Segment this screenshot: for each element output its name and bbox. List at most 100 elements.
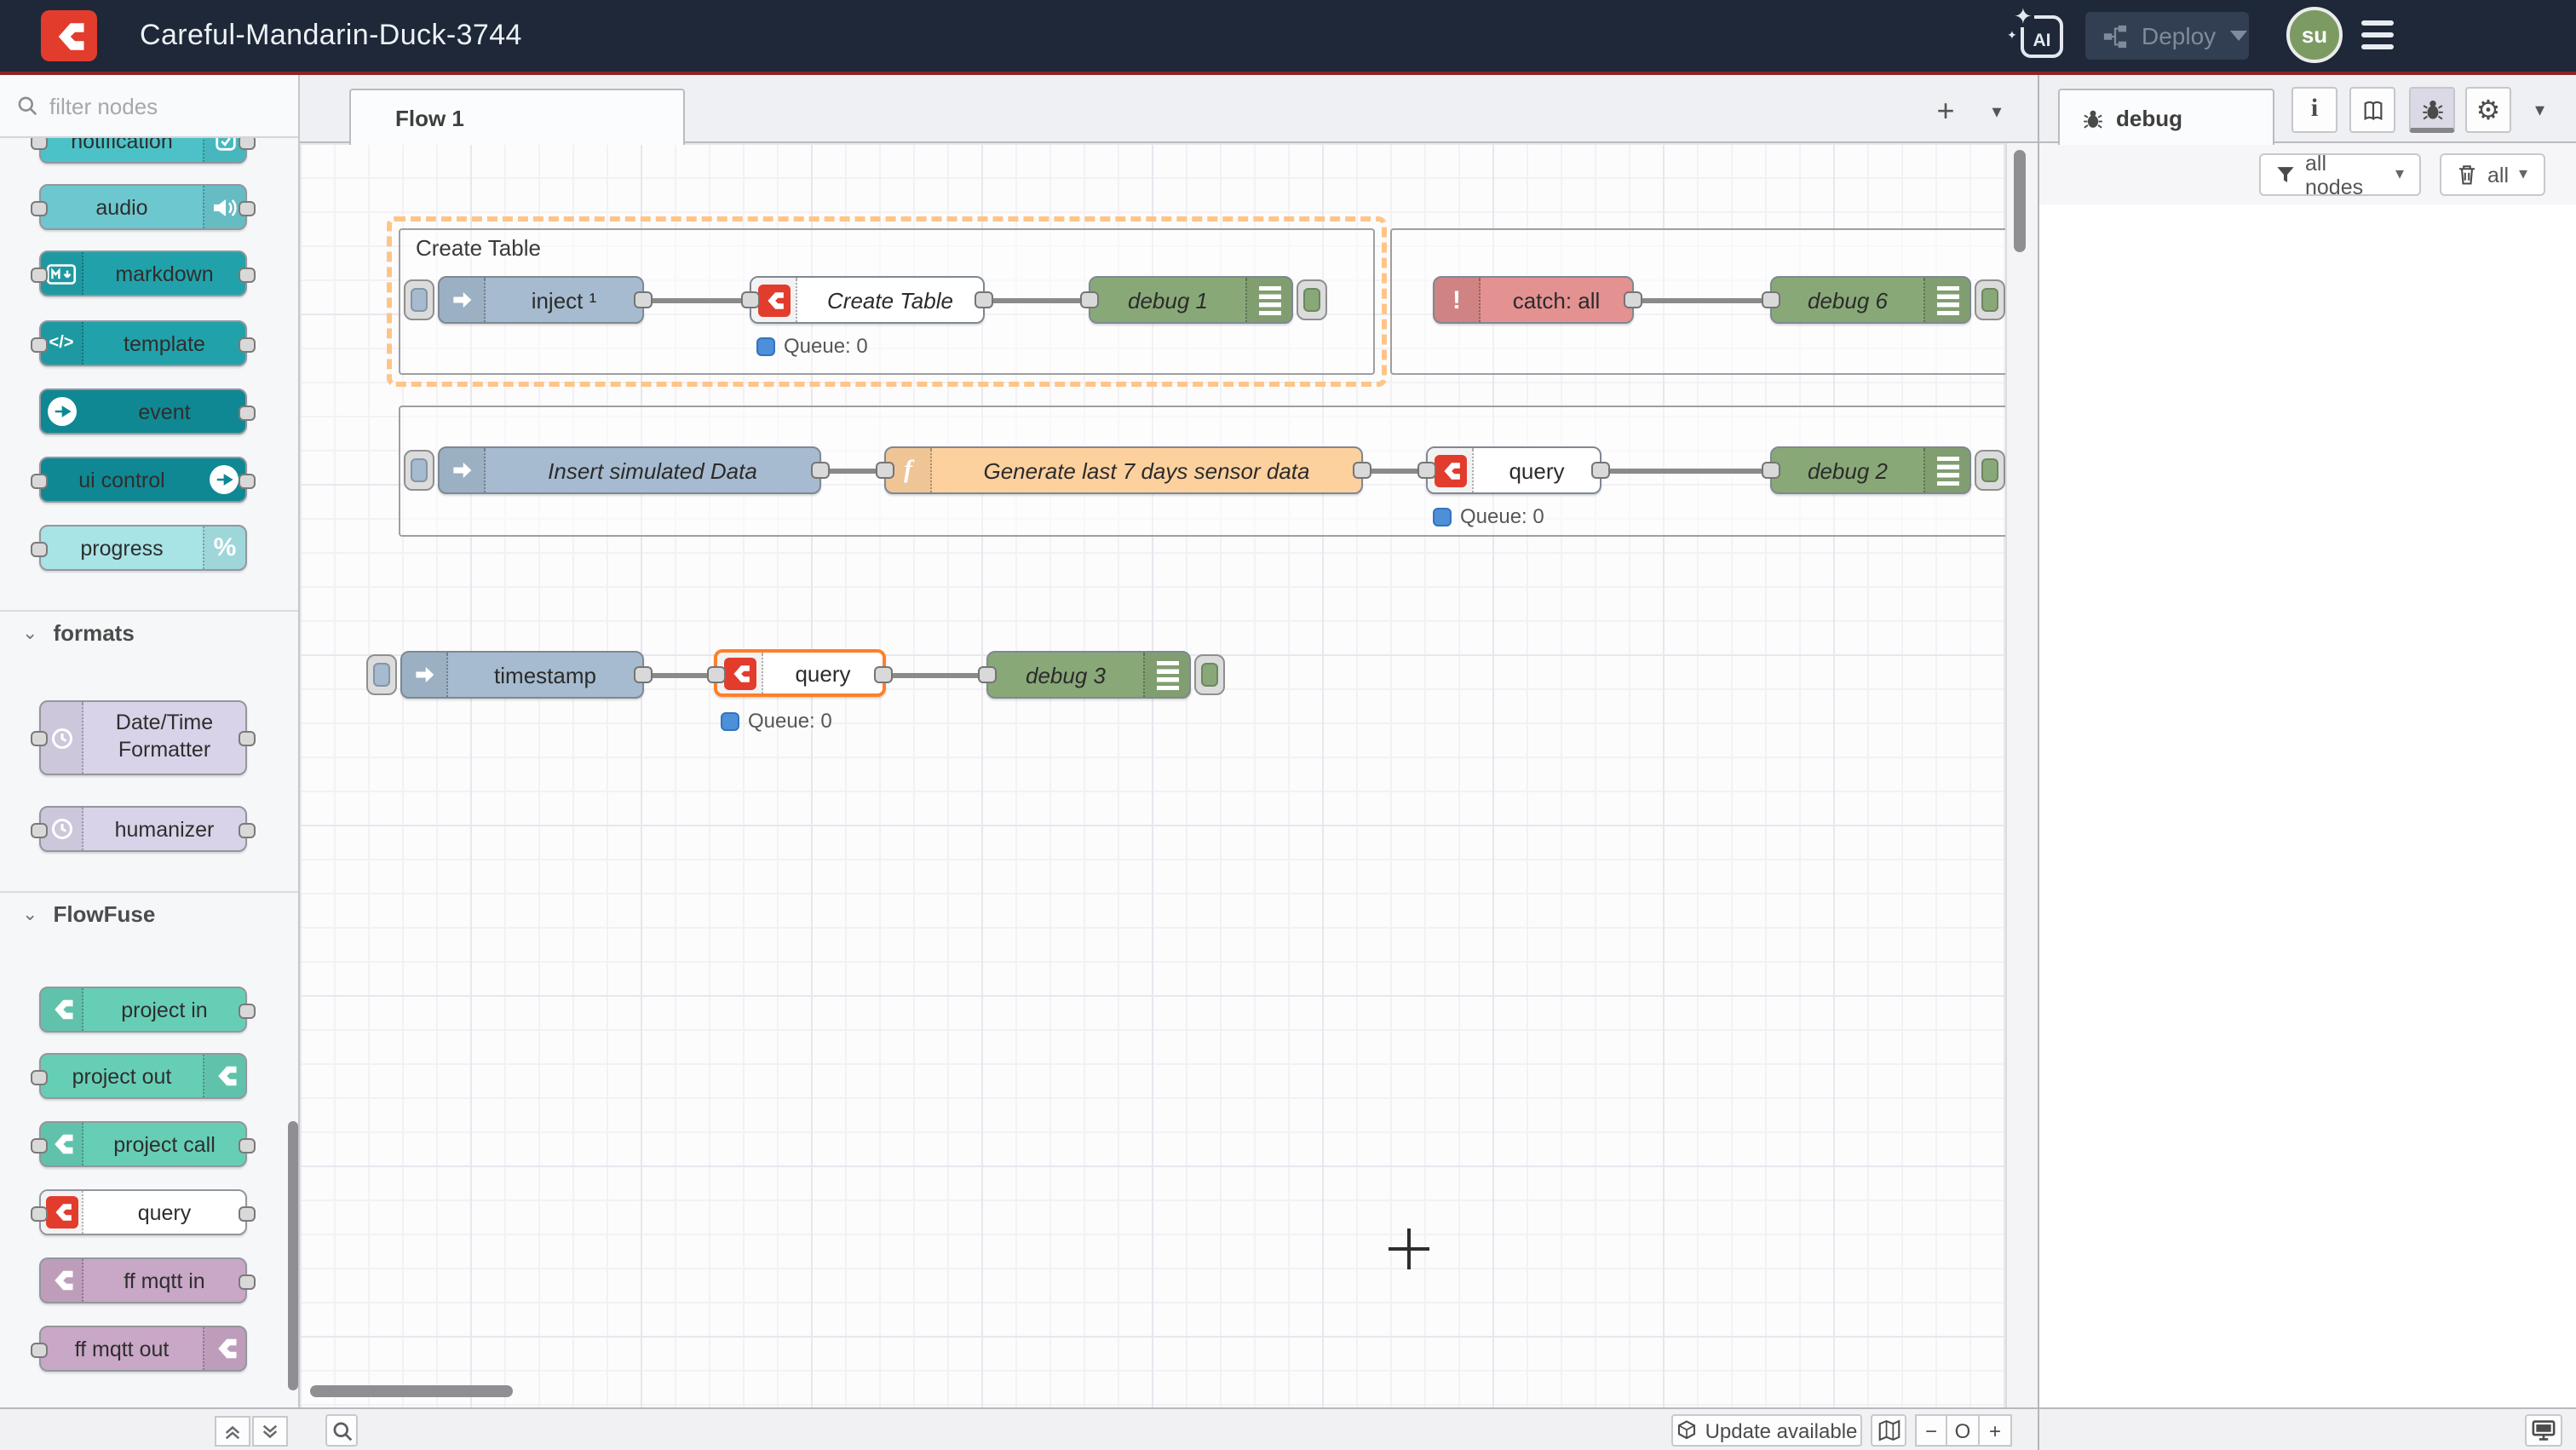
ai-assistant-icon[interactable]: AI ✦ ✦ xyxy=(2021,15,2063,58)
flowfuse-logo-icon[interactable] xyxy=(41,10,97,61)
node-insert-simulated-data[interactable]: Insert simulated Data xyxy=(438,446,821,494)
node-debug-3[interactable]: debug 3 xyxy=(986,651,1191,699)
palette-node-ff-mqtt-out[interactable]: ff mqtt out xyxy=(39,1326,247,1372)
port[interactable] xyxy=(1624,291,1642,308)
node-debug-6[interactable]: debug 6 xyxy=(1770,276,1971,324)
palette-node-project-out[interactable]: project out xyxy=(39,1053,247,1099)
debug-toggle-button[interactable] xyxy=(1975,279,2005,320)
expand-all-button[interactable] xyxy=(252,1416,288,1447)
flowfuse-pipes-icon xyxy=(203,1327,245,1370)
exclamation-icon: ! xyxy=(1435,278,1481,322)
inject-button[interactable] xyxy=(404,279,434,320)
sidebar-footer xyxy=(2039,1407,2576,1450)
section-label: formats xyxy=(53,620,134,646)
sidebar-tabs-caret[interactable]: ▾ xyxy=(2535,99,2544,121)
node-catch-all[interactable]: ! catch: all xyxy=(1433,276,1634,324)
sidebar-tab-bar: debug i ⚙ ▾ xyxy=(2039,75,2576,143)
palette-node-project-call[interactable]: project call xyxy=(39,1121,247,1167)
zoom-reset-button[interactable]: O xyxy=(1947,1414,1980,1447)
node-query-2[interactable]: query xyxy=(1426,446,1601,494)
debug-clear-button[interactable]: all ▾ xyxy=(2440,153,2545,196)
wire[interactable] xyxy=(883,672,990,677)
collapse-all-button[interactable] xyxy=(215,1416,250,1447)
avatar[interactable]: su xyxy=(2286,7,2343,63)
port[interactable] xyxy=(707,666,726,683)
palette-node-ui-control[interactable]: ui control xyxy=(39,457,247,503)
palette-node-project-in[interactable]: project in xyxy=(39,987,247,1033)
canvas-horizontal-scrollbar[interactable] xyxy=(310,1385,513,1397)
open-window-button[interactable] xyxy=(2525,1414,2562,1447)
port[interactable] xyxy=(975,291,993,308)
node-inject[interactable]: inject ¹ xyxy=(438,276,644,324)
inject-button[interactable] xyxy=(366,654,397,695)
port[interactable] xyxy=(874,666,893,683)
node-query-selected[interactable]: query xyxy=(714,649,886,697)
palette-node-query[interactable]: query xyxy=(39,1189,247,1235)
debug-toggle-button[interactable] xyxy=(1194,654,1225,695)
deploy-button[interactable]: Deploy xyxy=(2085,12,2249,60)
zoom-out-button[interactable]: − xyxy=(1915,1414,1947,1447)
navigator-map-button[interactable] xyxy=(1871,1414,1906,1447)
port[interactable] xyxy=(1353,462,1371,479)
port[interactable] xyxy=(811,462,830,479)
port[interactable] xyxy=(634,291,653,308)
palette-node-markdown[interactable]: markdown xyxy=(39,250,247,296)
palette-node-progress[interactable]: progress % xyxy=(39,525,247,571)
node-debug-1[interactable]: debug 1 xyxy=(1089,276,1293,324)
deploy-label: Deploy xyxy=(2142,22,2216,49)
wire[interactable] xyxy=(641,297,753,302)
sidebar-tab-debug[interactable]: debug xyxy=(2058,89,2274,145)
node-function-generate[interactable]: f Generate last 7 days sensor data xyxy=(884,446,1363,494)
palette-node-event[interactable]: event xyxy=(39,388,247,434)
canvas-search-button[interactable] xyxy=(325,1414,358,1447)
add-flow-button[interactable]: + xyxy=(1925,90,1966,131)
help-book-tab-button[interactable] xyxy=(2349,87,2395,133)
palette-node-ff-mqtt-in[interactable]: ff mqtt in xyxy=(39,1257,247,1303)
port[interactable] xyxy=(1080,291,1099,308)
port[interactable] xyxy=(978,666,997,683)
info-tab-button[interactable]: i xyxy=(2291,87,2337,133)
palette-node-template[interactable]: </> template xyxy=(39,320,247,366)
wire[interactable] xyxy=(981,297,1092,302)
deploy-caret-icon[interactable] xyxy=(2229,31,2246,41)
debug-tab-button[interactable] xyxy=(2409,87,2455,133)
inject-arrow-icon xyxy=(440,448,486,492)
port[interactable] xyxy=(1762,462,1780,479)
zoom-in-button[interactable]: + xyxy=(1980,1414,2012,1447)
debug-toggle-button[interactable] xyxy=(1975,450,2005,491)
debug-toggle-button[interactable] xyxy=(1297,279,1327,320)
port xyxy=(31,337,48,353)
port[interactable] xyxy=(1417,462,1436,479)
port[interactable] xyxy=(1591,462,1610,479)
inject-button[interactable] xyxy=(404,450,434,491)
port xyxy=(239,406,256,421)
palette-node-humanizer[interactable]: humanizer xyxy=(39,806,247,852)
node-debug-2[interactable]: debug 2 xyxy=(1770,446,1971,494)
canvas-vertical-scrollbar[interactable] xyxy=(2014,150,2026,252)
tab-flow-1[interactable]: Flow 1 xyxy=(349,89,685,145)
node-label: query xyxy=(1474,448,1600,492)
debug-filter-button[interactable]: all nodes ▾ xyxy=(2259,153,2421,196)
status-text: Queue: 0 xyxy=(784,334,868,358)
node-create-table-query[interactable]: Create Table xyxy=(750,276,985,324)
palette-node-audio[interactable]: audio xyxy=(39,184,247,230)
port[interactable] xyxy=(741,291,760,308)
palette-scrollbar[interactable] xyxy=(288,1121,298,1390)
wire[interactable] xyxy=(1598,468,1774,473)
hamburger-menu-icon[interactable] xyxy=(2361,20,2394,49)
palette-node-datetime-formatter[interactable]: Date/Time Formatter xyxy=(39,700,247,775)
palette-filter[interactable]: filter nodes xyxy=(0,75,298,138)
flow-list-caret[interactable]: ▾ xyxy=(1983,97,2010,124)
port[interactable] xyxy=(634,666,653,683)
section-header-flowfuse[interactable]: ⌄ FlowFuse xyxy=(0,901,300,927)
section-header-formats[interactable]: ⌄ formats xyxy=(0,620,300,646)
port[interactable] xyxy=(1762,291,1780,308)
palette-node-label: Date/Time Formatter xyxy=(83,702,245,774)
update-available-button[interactable]: Update available xyxy=(1671,1414,1862,1447)
flow-canvas[interactable]: Create Table inject ¹ Create Table Queue… xyxy=(300,143,2005,1407)
wire[interactable] xyxy=(1630,297,1774,302)
node-label: debug 2 xyxy=(1772,448,1923,492)
node-timestamp[interactable]: timestamp xyxy=(400,651,644,699)
port[interactable] xyxy=(876,462,894,479)
config-gear-tab-button[interactable]: ⚙ xyxy=(2465,87,2511,133)
